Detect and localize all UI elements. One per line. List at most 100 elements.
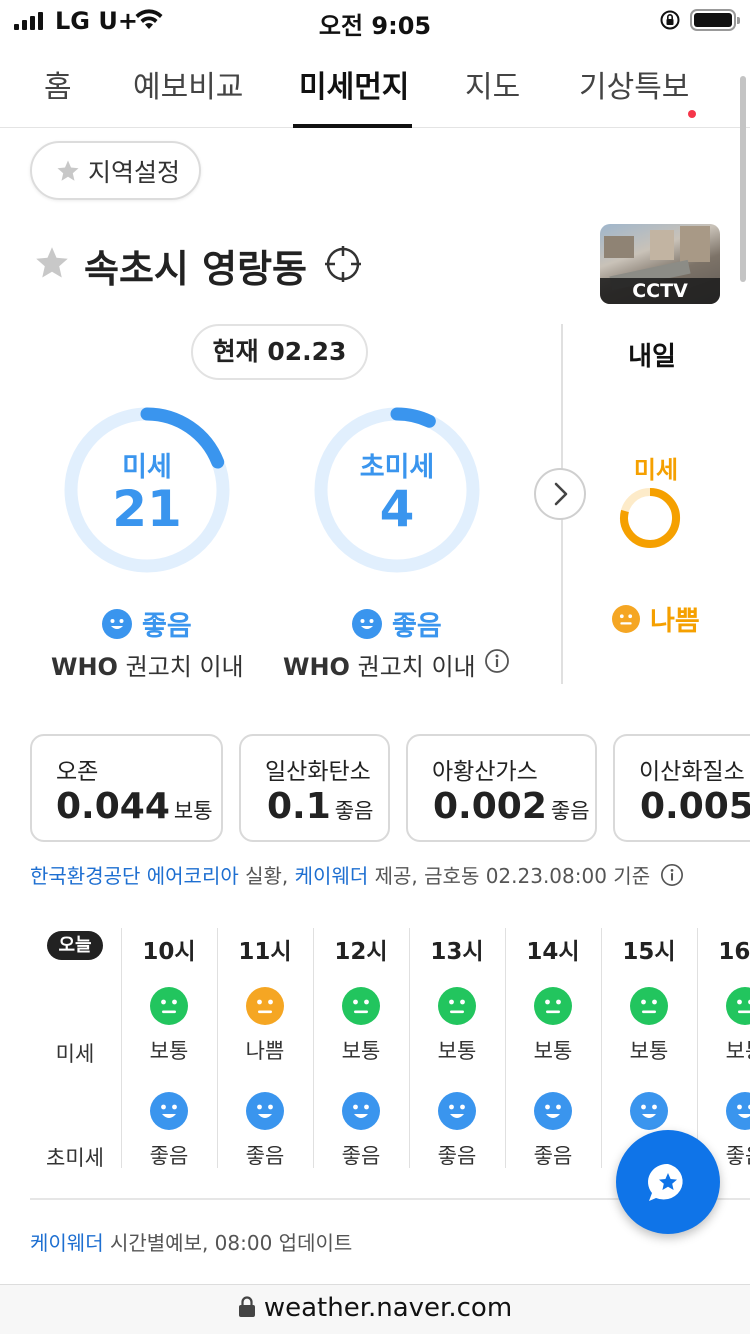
pm25-status: 좋음 xyxy=(533,1144,573,1168)
url-text: weather.naver.com xyxy=(263,1293,513,1323)
tab-home[interactable]: 홈 xyxy=(44,62,72,106)
pm25-who-suffix: 권고치 이내 xyxy=(357,653,476,681)
active-tab-indicator xyxy=(293,124,412,128)
neutral-face-icon xyxy=(612,604,640,633)
neutral-face-icon xyxy=(534,987,572,1029)
cctv-label: CCTV xyxy=(600,278,720,304)
tab-map[interactable]: 지도 xyxy=(465,62,520,106)
pm10-status: 보통 xyxy=(629,1039,669,1063)
hourly-column: 10시 보통 좋음 xyxy=(121,928,217,1168)
neutral-face-icon xyxy=(342,987,380,1029)
info-icon[interactable] xyxy=(660,863,684,887)
info-icon[interactable] xyxy=(484,648,510,674)
row-label-pm25: 초미세 xyxy=(46,1146,104,1170)
pollutant-status: 좋음 xyxy=(550,799,590,823)
star-icon xyxy=(57,160,79,181)
pm10-status: 보통 xyxy=(341,1039,381,1063)
tomorrow-label: 내일 xyxy=(628,342,676,372)
current-date-pill: 현재 02.23 xyxy=(191,324,368,380)
hour-label: 13시 xyxy=(430,939,484,965)
location-name: 속초시 영랑동 xyxy=(84,247,307,291)
pm25-status: 좋음 xyxy=(149,1144,189,1168)
browser-url-bar[interactable]: weather.naver.com xyxy=(0,1284,750,1334)
source-link-airkorea[interactable]: 한국환경공단 에어코리아 xyxy=(30,864,239,888)
pollutant-value: 0.002 xyxy=(433,786,547,827)
neutral-face-icon xyxy=(150,987,188,1029)
data-source-line: 한국환경공단 에어코리아 실황, 케이웨더 제공, 금호동 02.23.08:0… xyxy=(30,860,684,889)
chat-star-icon xyxy=(648,1163,683,1201)
pm10-status: 나쁨 xyxy=(245,1039,285,1063)
current-location-icon[interactable] xyxy=(324,245,362,283)
clock: 오전 9:05 xyxy=(318,12,432,40)
pollutant-name: 일산화탄소 xyxy=(265,759,371,785)
pm10-who-label: WHO xyxy=(51,653,118,681)
hourly-column: 12시보통좋음 xyxy=(313,928,409,1168)
scrollbar[interactable] xyxy=(740,76,746,282)
pm25-status-text: 좋음 xyxy=(392,611,442,642)
neutral-face-icon xyxy=(630,987,668,1029)
battery-icon xyxy=(690,9,740,31)
tomorrow-pm10-status-text: 나쁨 xyxy=(650,606,700,637)
pollutant-card-no2[interactable]: 이산화질소 0.005좋음 xyxy=(613,734,750,842)
pm10-who-suffix: 권고치 이내 xyxy=(125,653,244,681)
status-bar: LG U+ 오전 9:05 xyxy=(0,0,750,42)
pm25-status: 좋음 xyxy=(341,1144,381,1168)
hourly-column: 13시 보통 좋음 xyxy=(409,928,505,1168)
source-text: 실황, xyxy=(245,864,289,888)
hour-label: 12시 xyxy=(334,939,388,965)
neutral-face-icon xyxy=(438,987,476,1029)
chatbot-button[interactable] xyxy=(616,1130,720,1234)
pollutant-card-so2[interactable]: 아황산가스 0.002 좋음 xyxy=(406,734,597,842)
pollutant-name: 오존 xyxy=(56,759,99,785)
pm25-status: 좋음 xyxy=(352,604,442,643)
pollutant-value: 0.005 xyxy=(640,786,750,827)
favorite-star-icon[interactable] xyxy=(34,245,70,281)
pm25-value: 4 xyxy=(379,480,415,538)
neutral-face-icon xyxy=(726,987,750,1029)
hourly-column: 14시 보통 좋음 xyxy=(505,928,601,1168)
source-text: 제공, 금호동 02.23.08:00 기준 xyxy=(374,864,651,888)
tab-weather-warning[interactable]: 기상특보 xyxy=(579,62,689,106)
hour-label: 11시 xyxy=(238,939,292,965)
pm10-label: 미세 xyxy=(122,452,172,483)
source-link-kweather[interactable]: 케이웨더 xyxy=(295,864,369,888)
pm25-label: 초미세 xyxy=(359,452,435,483)
smile-face-icon xyxy=(102,608,132,639)
pm25-status: 좋음 xyxy=(245,1144,285,1168)
footnote-link-kweather[interactable]: 케이웨더 xyxy=(30,1231,104,1255)
pollutant-card-co[interactable]: 일산화탄소 0.1 좋음 xyxy=(239,734,390,842)
rotation-lock-icon xyxy=(660,10,680,30)
tab-forecast-compare[interactable]: 예보비교 xyxy=(133,62,243,106)
hour-label: 16시 xyxy=(718,939,750,965)
region-settings-button[interactable]: 지역설정 xyxy=(30,141,201,200)
neutral-face-icon xyxy=(246,987,284,1029)
hour-label: 10시 xyxy=(142,939,196,965)
pm25-status: 좋음 xyxy=(437,1144,477,1168)
pm10-status: 보통 xyxy=(725,1039,750,1063)
hour-label: 15시 xyxy=(622,939,676,965)
tomorrow-pm10-status: 나쁨 xyxy=(612,599,700,638)
pm25-who-label: WHO xyxy=(283,653,350,681)
pm25-who-text: WHO 권고치 이내 xyxy=(283,647,476,682)
pollutant-value: 0.044 xyxy=(56,786,170,827)
smile-face-icon xyxy=(150,1092,188,1134)
today-badge: 오늘 xyxy=(47,931,103,960)
pm10-status-text: 좋음 xyxy=(142,611,192,642)
pollutant-status: 보통 xyxy=(173,799,213,823)
tomorrow-pm10-label: 미세 xyxy=(633,456,679,484)
new-badge-dot xyxy=(688,110,696,118)
smile-face-icon xyxy=(342,1092,380,1134)
smile-face-icon xyxy=(352,608,382,639)
tab-bar: 홈 예보비교 미세먼지 지도 기상특보 xyxy=(0,42,750,128)
smile-face-icon xyxy=(630,1092,668,1134)
tomorrow-pm10-gauge xyxy=(620,488,681,548)
hourly-footnote: 케이웨더 시간별예보, 08:00 업데이트 xyxy=(30,1227,352,1256)
hourly-column: 11시나쁨좋음 xyxy=(217,928,313,1168)
tab-fine-dust[interactable]: 미세먼지 xyxy=(299,62,409,106)
pollutant-name: 이산화질소 xyxy=(639,759,745,785)
hour-label: 14시 xyxy=(526,939,580,965)
smile-face-icon xyxy=(534,1092,572,1134)
pollutant-card-ozone[interactable]: 오존 0.044 보통 xyxy=(30,734,223,842)
pm10-who-text: WHO 권고치 이내 xyxy=(51,647,244,682)
cctv-thumbnail[interactable]: CCTV xyxy=(600,224,720,304)
